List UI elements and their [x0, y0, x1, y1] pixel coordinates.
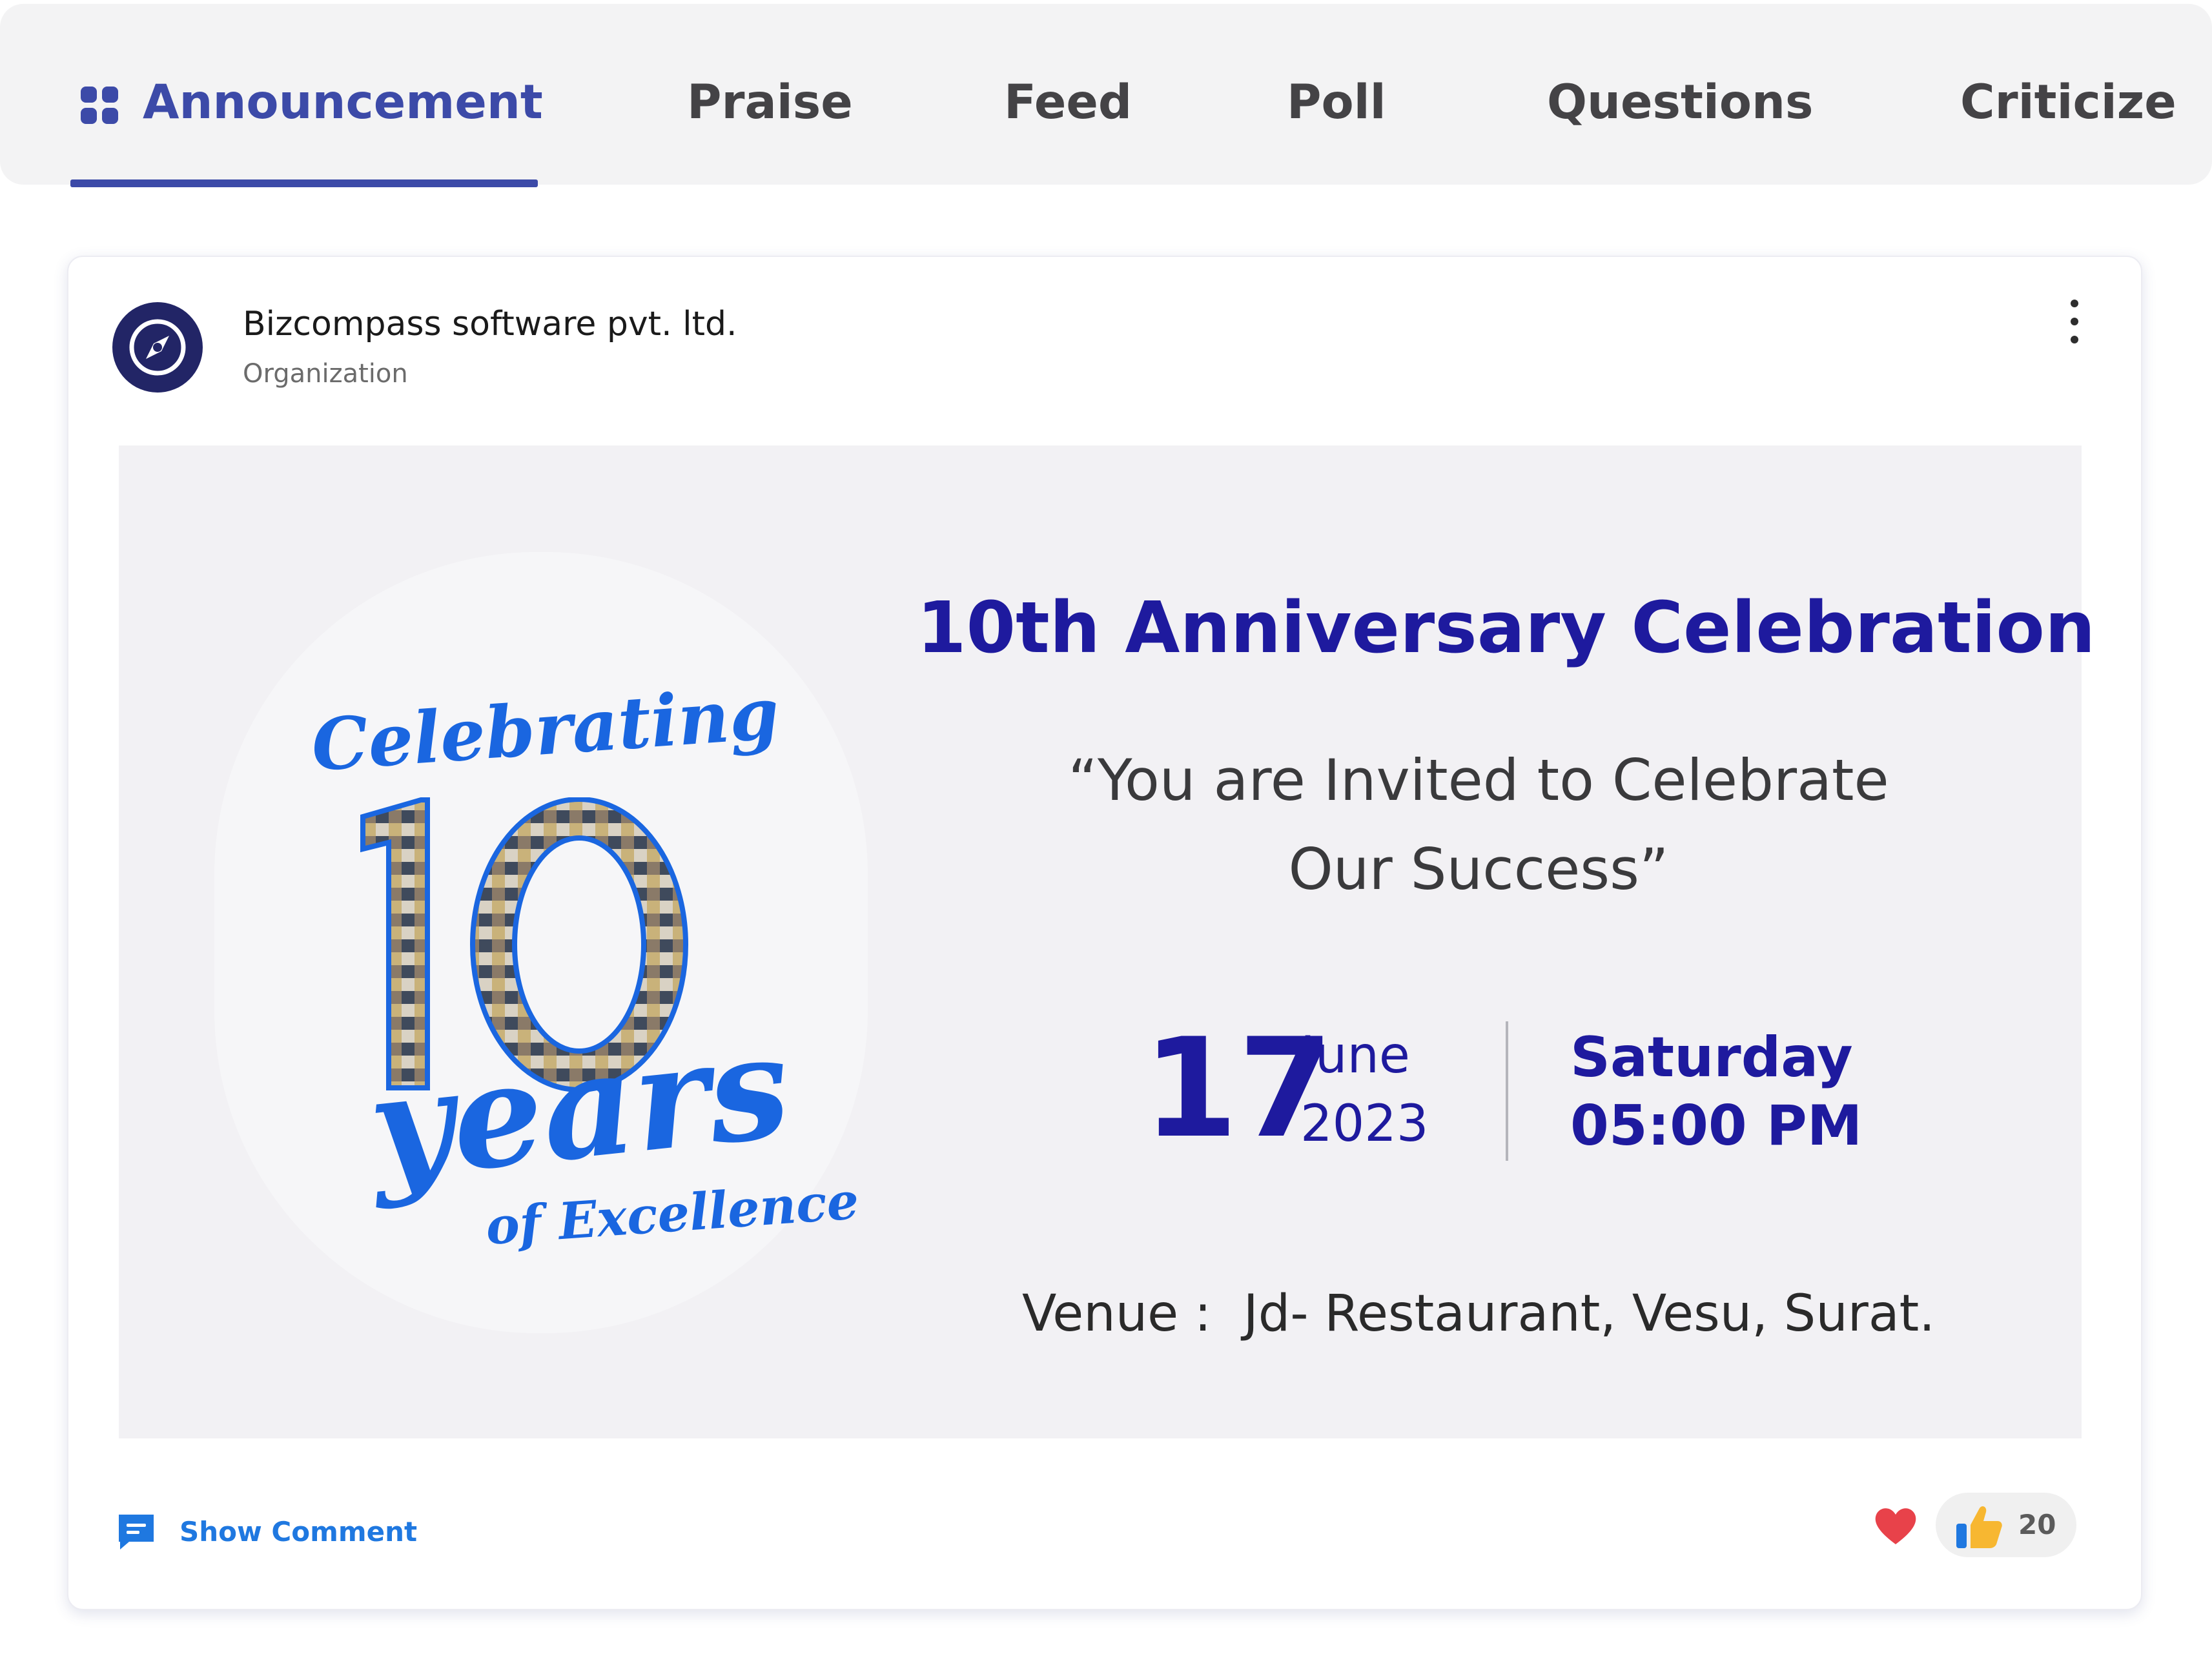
tab-criticize[interactable]: Criticize [1960, 67, 2176, 138]
tab-poll[interactable]: Poll [1287, 67, 1386, 138]
tab-bar: Announcement Praise Feed Poll Questions … [0, 4, 2212, 187]
event-month: June [1300, 1027, 1410, 1085]
invite-line-1: “You are Invited to Celebrate [1068, 747, 1889, 813]
invite-line-2: Our Success” [1288, 836, 1669, 903]
date-divider [1506, 1021, 1508, 1161]
thumbs-up-icon [1956, 1506, 2002, 1548]
compass-icon [129, 319, 186, 376]
post-card: Bizcompass software pvt. ltd. Organizati… [67, 256, 2142, 1610]
author-type: Organization [243, 359, 408, 389]
grid-icon [81, 86, 118, 124]
active-tab-indicator [70, 179, 538, 187]
emblem-celebrating: Celebrating [309, 671, 782, 788]
venue-value: Jd- Restaurant, Vesu, Surat. [1243, 1285, 1936, 1343]
event-time: 05:00 PM [1570, 1094, 1863, 1158]
tab-praise[interactable]: Praise [687, 67, 853, 138]
avatar [112, 302, 203, 393]
event-title: 10th Anniversary Celebration [917, 586, 2096, 669]
show-comment-button[interactable]: Show Comment [179, 1511, 417, 1553]
heart-icon[interactable] [1870, 1500, 1921, 1552]
tab-feed[interactable]: Feed [1004, 67, 1132, 138]
event-weekday: Saturday [1570, 1025, 1853, 1090]
like-button[interactable]: 20 [1936, 1493, 2076, 1557]
tab-label: Announcement [143, 75, 543, 130]
more-vertical-icon[interactable] [2060, 300, 2089, 347]
tab-questions[interactable]: Questions [1547, 67, 1813, 138]
announcement-banner: Celebrating years of Excellence 10th Ann… [119, 445, 2096, 1438]
event-venue: Venue : Jd- Restaurant, Vesu, Surat. [917, 1285, 2040, 1343]
event-invite: “You are Invited to Celebrate Our Succes… [917, 736, 2040, 914]
event-year: 2023 [1300, 1095, 1429, 1153]
comment-icon[interactable] [115, 1511, 158, 1553]
anniversary-emblem: Celebrating years of Excellence [214, 552, 868, 1333]
venue-label: Venue : [1021, 1285, 1212, 1343]
author-name[interactable]: Bizcompass software pvt. ltd. [243, 305, 737, 343]
tab-announcement[interactable]: Announcement [81, 67, 543, 138]
like-count: 20 [2018, 1509, 2056, 1540]
